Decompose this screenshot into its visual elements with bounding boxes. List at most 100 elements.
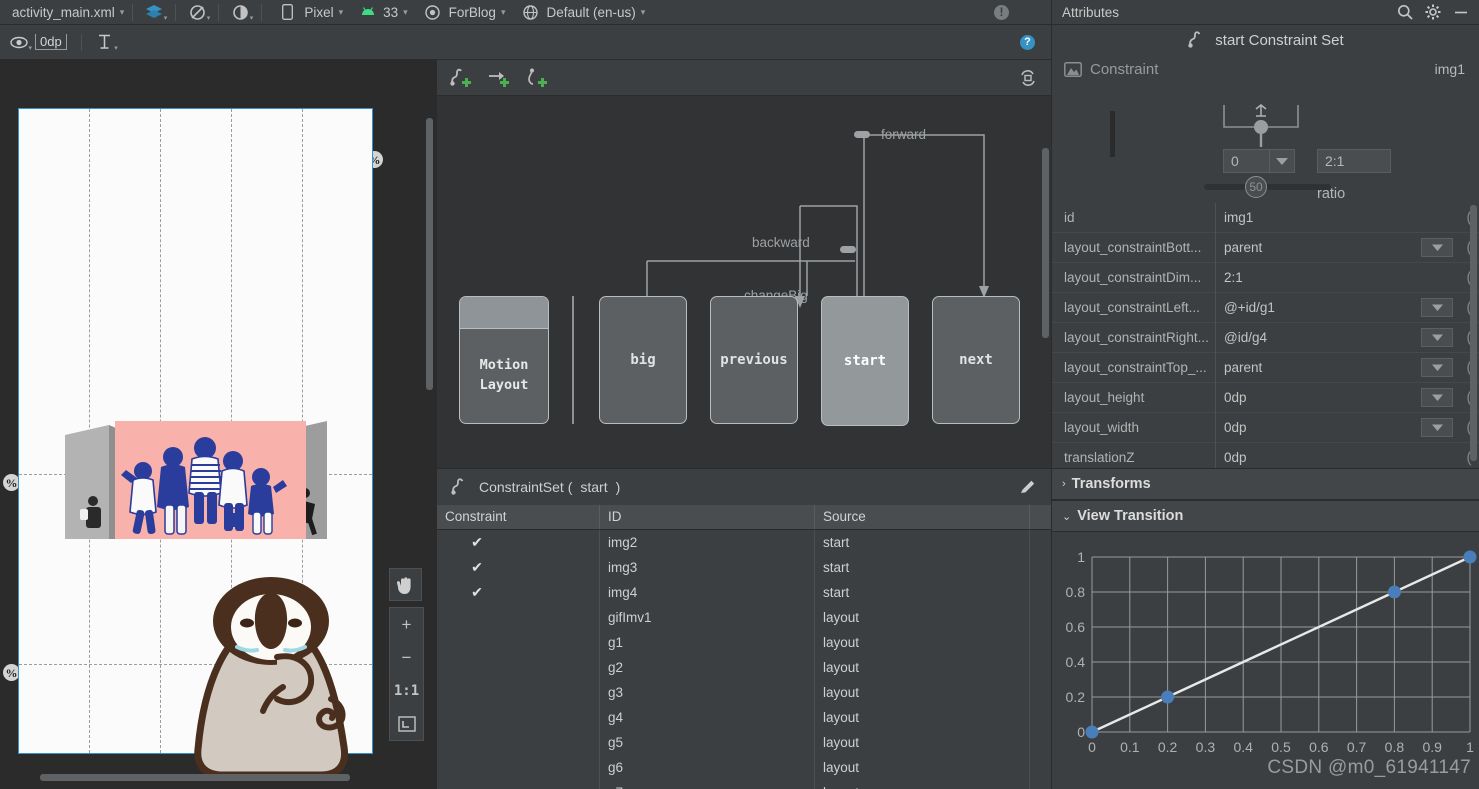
constraint-id-cell[interactable]: img3	[600, 555, 815, 580]
table-row[interactable]: gifImv1 layout	[437, 605, 1051, 630]
column-header-id[interactable]: ID	[600, 505, 815, 529]
constraint-check-cell[interactable]	[437, 730, 600, 755]
attribute-value[interactable]: 0dp	[1215, 412, 1421, 443]
table-row[interactable]: g6 layout	[437, 755, 1051, 780]
attribute-value[interactable]: img1	[1215, 203, 1459, 233]
state-node-start[interactable]: start	[821, 296, 909, 426]
attribute-value[interactable]: 0dp	[1215, 382, 1421, 413]
constraint-source-cell[interactable]: layout	[815, 705, 1030, 730]
constraint-id-cell[interactable]: gifImv1	[600, 605, 815, 630]
attribute-rows[interactable]: id img1(layout_constraintBott... parent(la…	[1052, 203, 1479, 468]
chevron-down-icon[interactable]	[1421, 418, 1453, 437]
constraint-id-cell[interactable]: g3	[600, 680, 815, 705]
bias-slider-knob[interactable]: 50	[1245, 176, 1267, 198]
chart-keyframe-point[interactable]	[1463, 550, 1477, 564]
minimize-icon[interactable]	[1453, 4, 1469, 20]
device-selector[interactable]: Pixel ▾	[272, 0, 347, 25]
attribute-row[interactable]: layout_constraintLeft... @+id/g1(	[1052, 292, 1479, 323]
constraint-id-cell[interactable]: g7	[600, 780, 815, 789]
graph-vertical-scrollbar[interactable]	[1042, 148, 1049, 338]
search-icon[interactable]	[1397, 4, 1413, 20]
attribute-value[interactable]: parent	[1215, 232, 1421, 263]
chevron-down-icon[interactable]	[1421, 358, 1453, 377]
cycle-icon[interactable]	[1017, 67, 1039, 89]
attribute-value[interactable]: 0dp	[1215, 442, 1459, 468]
constraint-check-cell[interactable]	[437, 605, 600, 630]
device-preview[interactable]	[18, 108, 373, 779]
state-node-previous[interactable]: previous	[710, 296, 798, 424]
canvas-horizontal-scrollbar[interactable]	[10, 774, 384, 781]
transition-label-forward[interactable]: forward	[881, 127, 926, 142]
zoom-in-button[interactable]: +	[390, 608, 423, 641]
constraint-id-cell[interactable]: g1	[600, 630, 815, 655]
table-row[interactable]: g5 layout	[437, 730, 1051, 755]
pan-hand-icon[interactable]	[389, 568, 422, 601]
attribute-row[interactable]: layout_width 0dp(	[1052, 412, 1479, 443]
chart-keyframe-point[interactable]	[1085, 725, 1099, 739]
constraint-id-cell[interactable]: g6	[600, 755, 815, 780]
zoom-out-button[interactable]: −	[390, 641, 423, 674]
section-view-transition[interactable]: ⌄ View Transition	[1052, 500, 1479, 532]
table-row[interactable]: g1 layout	[437, 630, 1051, 655]
constraint-check-cell[interactable]	[437, 755, 600, 780]
bias-value-combo[interactable]: 0	[1223, 149, 1295, 173]
chevron-down-icon[interactable]	[1421, 298, 1453, 317]
constraint-id-cell[interactable]: img4	[600, 580, 815, 605]
constraint-check-cell[interactable]: ✔	[437, 555, 600, 580]
gear-icon[interactable]	[1425, 4, 1441, 20]
file-name-dropdown[interactable]: activity_main.xml ▾	[8, 0, 128, 25]
api-level-selector[interactable]: 33 ▾	[353, 0, 412, 25]
attribute-row[interactable]: layout_constraintRight... @id/g4(	[1052, 322, 1479, 353]
error-badge[interactable]: !	[994, 4, 1009, 20]
attribute-row[interactable]: layout_constraintDim... 2:1(	[1052, 262, 1479, 293]
table-row[interactable]: ✔ img3 start	[437, 555, 1051, 580]
constraint-source-cell[interactable]: start	[815, 580, 1030, 605]
table-row[interactable]: g7layout	[437, 780, 1051, 789]
transition-curve-plot[interactable]: 0 0.1 0.2 0.3 0.4 0.5 0.6 0.7 0.8 0.9 1 0 0.2 0.4 0.6 0…	[1052, 532, 1479, 767]
transition-handle[interactable]	[854, 131, 870, 138]
motion-state-graph[interactable]: forward backward changeBig Motion Layout	[437, 96, 1051, 468]
constraint-section-header[interactable]: Constraint img1	[1052, 55, 1479, 83]
pencil-icon[interactable]	[1019, 478, 1037, 496]
zoom-actual-size-button[interactable]: 1:1	[390, 674, 423, 707]
visibility-icon[interactable]: ▾	[8, 31, 32, 53]
constraint-check-cell[interactable]: ✔	[437, 530, 600, 555]
column-header-constraint[interactable]: Constraint	[437, 505, 600, 529]
attribute-row[interactable]: id img1(	[1052, 203, 1479, 233]
constraint-id-cell[interactable]: g5	[600, 730, 815, 755]
theme-icon[interactable]: ▾	[229, 1, 253, 23]
help-button[interactable]: ?	[1020, 34, 1035, 50]
chart-keyframe-point[interactable]	[1161, 690, 1175, 704]
create-on-click-icon[interactable]	[525, 67, 549, 89]
table-row[interactable]: g2 layout	[437, 655, 1051, 680]
constraint-source-cell[interactable]: start	[815, 555, 1030, 580]
layers-icon[interactable]: ▾	[143, 1, 167, 23]
motion-layout-root-node[interactable]: Motion Layout	[459, 296, 549, 424]
ratio-input[interactable]: 2:1	[1317, 149, 1391, 173]
create-transition-icon[interactable]	[449, 67, 473, 89]
attribute-value[interactable]: parent	[1215, 352, 1421, 383]
constraint-set-table[interactable]: Constraint ID Source ✔ img2 start ✔ img3 star…	[437, 505, 1051, 789]
transition-handle[interactable]	[840, 246, 856, 253]
constraint-source-cell[interactable]: start	[815, 530, 1030, 555]
chart-keyframe-point[interactable]	[1387, 585, 1401, 599]
constraint-anchor-widget[interactable]	[1222, 103, 1300, 153]
table-row[interactable]: g3 layout	[437, 680, 1051, 705]
constraint-source-cell[interactable]: layout	[815, 755, 1030, 780]
constraint-check-cell[interactable]	[437, 705, 600, 730]
constraint-source-cell[interactable]: layout	[815, 605, 1030, 630]
chevron-down-icon[interactable]	[1421, 388, 1453, 407]
design-surface[interactable]: % % % % % % %	[0, 60, 437, 789]
scrollbar-thumb[interactable]	[40, 774, 350, 781]
gif-image-widget[interactable]	[181, 571, 361, 786]
constraint-dimension-widget[interactable]: 0 ratio 2:1 50	[1052, 83, 1479, 203]
constraint-id-cell[interactable]: g2	[600, 655, 815, 680]
constraint-check-cell[interactable]	[437, 655, 600, 680]
attribute-value[interactable]: 2:1	[1215, 262, 1459, 293]
attribute-value[interactable]: @+id/g1	[1215, 292, 1421, 323]
locale-selector[interactable]: Default (en-us) ▾	[515, 0, 649, 25]
img1-widget[interactable]	[61, 395, 331, 539]
constraint-check-cell[interactable]: ✔	[437, 580, 600, 605]
attributes-vertical-scrollbar[interactable]	[1470, 205, 1477, 461]
attribute-row[interactable]: layout_constraintTop_... parent(	[1052, 352, 1479, 383]
